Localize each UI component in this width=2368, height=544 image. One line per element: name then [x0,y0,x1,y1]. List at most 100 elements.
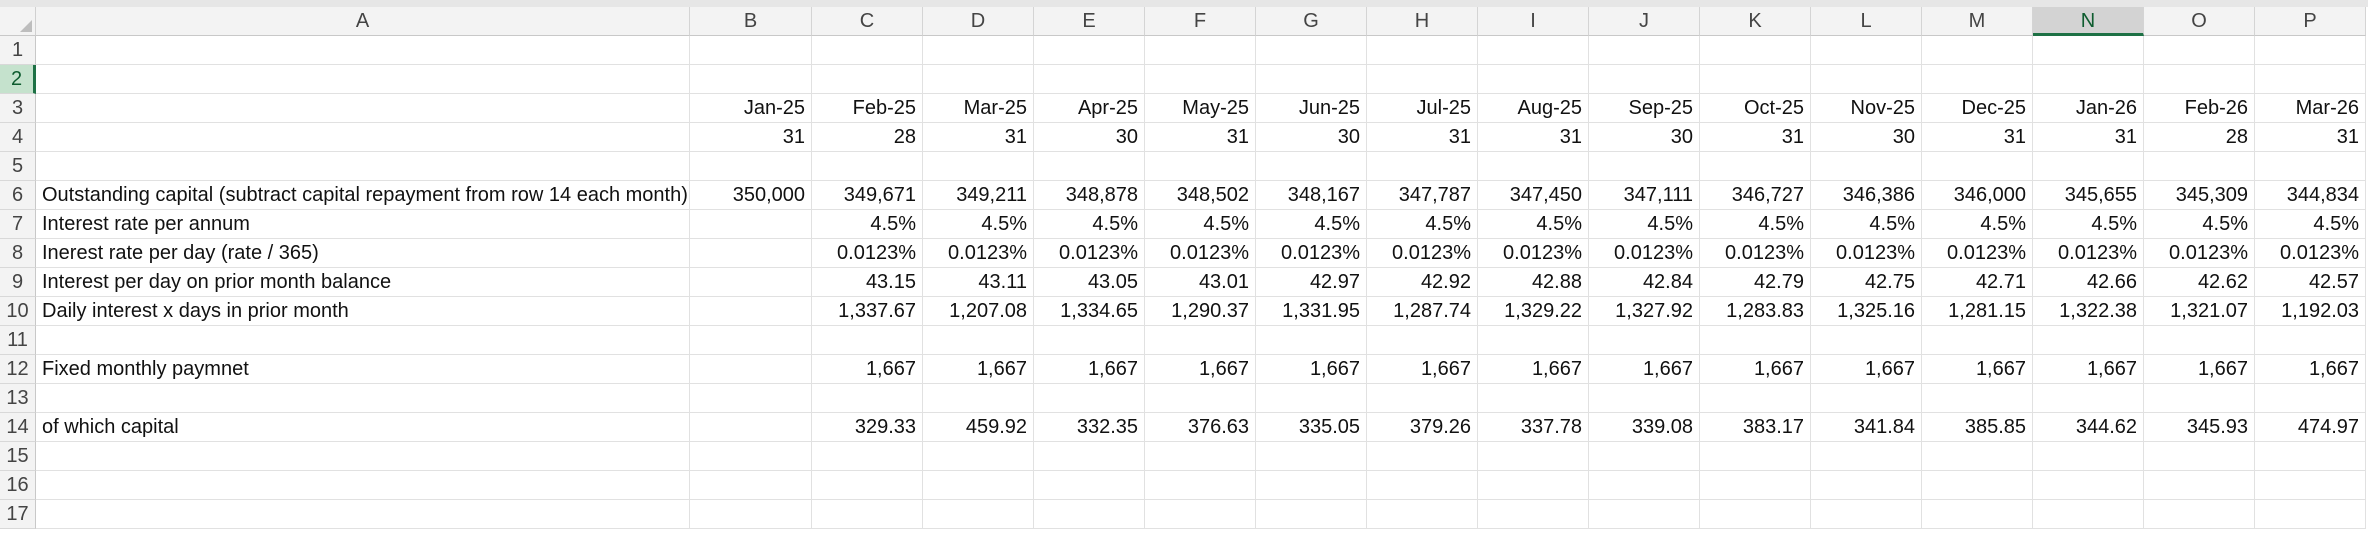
cell-i12[interactable]: 1,667 [1478,355,1589,384]
cell-g1[interactable] [1256,36,1367,65]
cell-f16[interactable] [1145,471,1256,500]
cell-p5[interactable] [2255,152,2366,181]
cell-i5[interactable] [1478,152,1589,181]
cell-i16[interactable] [1478,471,1589,500]
cell-p8[interactable]: 0.0123% [2255,239,2366,268]
row-header-3[interactable]: 3 [0,94,36,123]
cell-m10[interactable]: 1,281.15 [1922,297,2033,326]
cell-h4[interactable]: 31 [1367,123,1478,152]
cell-d15[interactable] [923,442,1034,471]
cell-e4[interactable]: 30 [1034,123,1145,152]
cell-g14[interactable]: 335.05 [1256,413,1367,442]
cell-b12[interactable] [690,355,812,384]
cell-c17[interactable] [812,500,923,529]
cell-k2[interactable] [1700,65,1811,94]
cell-c7[interactable]: 4.5% [812,210,923,239]
cell-p9[interactable]: 42.57 [2255,268,2366,297]
column-header-b[interactable]: B [690,7,812,36]
cell-d6[interactable]: 349,211 [923,181,1034,210]
cell-o11[interactable] [2144,326,2255,355]
cell-f8[interactable]: 0.0123% [1145,239,1256,268]
cell-b17[interactable] [690,500,812,529]
cell-p11[interactable] [2255,326,2366,355]
column-header-d[interactable]: D [923,7,1034,36]
cell-m6[interactable]: 346,000 [1922,181,2033,210]
cell-e16[interactable] [1034,471,1145,500]
cell-n12[interactable]: 1,667 [2033,355,2144,384]
cell-g8[interactable]: 0.0123% [1256,239,1367,268]
row-header-5[interactable]: 5 [0,152,36,181]
cell-m8[interactable]: 0.0123% [1922,239,2033,268]
cell-e10[interactable]: 1,334.65 [1034,297,1145,326]
column-header-e[interactable]: E [1034,7,1145,36]
cell-k13[interactable] [1700,384,1811,413]
cell-c1[interactable] [812,36,923,65]
cell-k12[interactable]: 1,667 [1700,355,1811,384]
cell-n17[interactable] [2033,500,2144,529]
cell-n8[interactable]: 0.0123% [2033,239,2144,268]
cell-j11[interactable] [1589,326,1700,355]
cell-h16[interactable] [1367,471,1478,500]
cell-g3[interactable]: Jun-25 [1256,94,1367,123]
cell-h2[interactable] [1367,65,1478,94]
column-header-l[interactable]: L [1811,7,1922,36]
cell-n10[interactable]: 1,322.38 [2033,297,2144,326]
cell-c3[interactable]: Feb-25 [812,94,923,123]
spreadsheet-grid[interactable]: Jan-25 Feb-25 Mar-25 Apr-25 May-25 Jun-25 Jul-… [36,36,2368,544]
cell-j14[interactable]: 339.08 [1589,413,1700,442]
cell-o7[interactable]: 4.5% [2144,210,2255,239]
cell-e17[interactable] [1034,500,1145,529]
cell-h12[interactable]: 1,667 [1367,355,1478,384]
cell-f12[interactable]: 1,667 [1145,355,1256,384]
cell-g16[interactable] [1256,471,1367,500]
cell-e9[interactable]: 43.05 [1034,268,1145,297]
cell-l16[interactable] [1811,471,1922,500]
cell-i15[interactable] [1478,442,1589,471]
cell-m16[interactable] [1922,471,2033,500]
cell-f6[interactable]: 348,502 [1145,181,1256,210]
cell-f17[interactable] [1145,500,1256,529]
cell-h7[interactable]: 4.5% [1367,210,1478,239]
row-header-11[interactable]: 11 [0,326,36,355]
cell-b15[interactable] [690,442,812,471]
row-header-15[interactable]: 15 [0,442,36,471]
cell-f9[interactable]: 43.01 [1145,268,1256,297]
cell-h14[interactable]: 379.26 [1367,413,1478,442]
column-header-h[interactable]: H [1367,7,1478,36]
cell-d9[interactable]: 43.11 [923,268,1034,297]
cell-l14[interactable]: 341.84 [1811,413,1922,442]
cell-p15[interactable] [2255,442,2366,471]
column-header-a[interactable]: A [36,7,690,36]
cell-g12[interactable]: 1,667 [1256,355,1367,384]
cell-c5[interactable] [812,152,923,181]
cell-o15[interactable] [2144,442,2255,471]
cell-j7[interactable]: 4.5% [1589,210,1700,239]
cell-n15[interactable] [2033,442,2144,471]
cell-j6[interactable]: 347,111 [1589,181,1700,210]
cell-c13[interactable] [812,384,923,413]
cell-m12[interactable]: 1,667 [1922,355,2033,384]
cell-d5[interactable] [923,152,1034,181]
cell-b6[interactable]: 350,000 [690,181,812,210]
cell-c9[interactable]: 43.15 [812,268,923,297]
cell-f14[interactable]: 376.63 [1145,413,1256,442]
cell-b9[interactable] [690,268,812,297]
cell-i4[interactable]: 31 [1478,123,1589,152]
cell-l2[interactable] [1811,65,1922,94]
cell-b3[interactable]: Jan-25 [690,94,812,123]
cell-i6[interactable]: 347,450 [1478,181,1589,210]
cell-l7[interactable]: 4.5% [1811,210,1922,239]
cell-d12[interactable]: 1,667 [923,355,1034,384]
cell-o5[interactable] [2144,152,2255,181]
cell-j13[interactable] [1589,384,1700,413]
cell-j17[interactable] [1589,500,1700,529]
row-header-2[interactable]: 2 [0,65,36,94]
cell-g2[interactable] [1256,65,1367,94]
cell-n3[interactable]: Jan-26 [2033,94,2144,123]
cell-j5[interactable] [1589,152,1700,181]
cell-p14[interactable]: 474.97 [2255,413,2366,442]
column-header-p[interactable]: P [2255,7,2366,36]
cell-n11[interactable] [2033,326,2144,355]
cell-k16[interactable] [1700,471,1811,500]
cell-f10[interactable]: 1,290.37 [1145,297,1256,326]
